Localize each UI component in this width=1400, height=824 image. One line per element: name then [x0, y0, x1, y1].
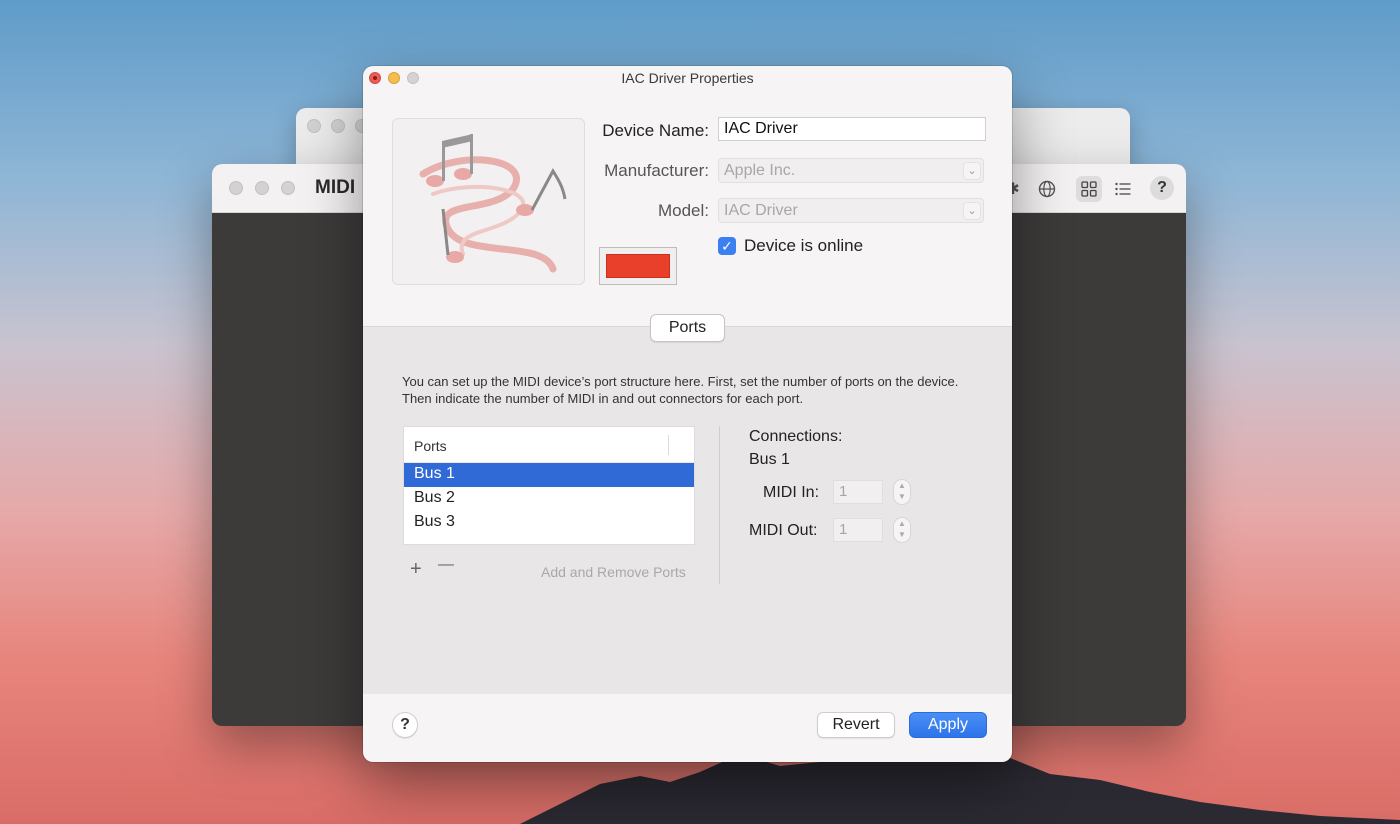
apply-button[interactable]: Apply	[909, 712, 987, 738]
minimize-button[interactable]	[331, 119, 345, 133]
minimize-button[interactable]	[388, 72, 400, 84]
dialog-title: IAC Driver Properties	[621, 70, 754, 86]
device-name-field[interactable]: IAC Driver	[718, 117, 986, 141]
table-row[interactable]: Bus 2	[404, 487, 694, 511]
help-button[interactable]: ?	[392, 712, 418, 738]
globe-icon[interactable]	[1034, 176, 1060, 202]
help-button[interactable]: ?	[1150, 176, 1174, 200]
model-popup[interactable]: IAC Driver ⌄	[718, 198, 984, 223]
table-row[interactable]: Bus 3	[404, 511, 694, 535]
manufacturer-value: Apple Inc.	[724, 162, 796, 179]
iac-driver-properties-dialog: IAC Driver Properties Device Name: IAC D…	[363, 66, 1012, 762]
chevron-down-icon: ⌄	[963, 202, 981, 220]
midi-out-label: MIDI Out:	[749, 522, 818, 539]
device-color-swatch	[606, 254, 670, 278]
list-view-icon[interactable]	[1110, 176, 1136, 202]
add-remove-ports-label: Add and Remove Ports	[541, 564, 686, 580]
device-color-well[interactable]	[599, 247, 677, 285]
ports-table[interactable]: Ports Bus 1 Bus 2 Bus 3	[403, 426, 695, 545]
add-port-button[interactable]: +	[410, 558, 422, 581]
table-row[interactable]: Bus 1	[404, 463, 694, 487]
device-online-checkbox[interactable]: ✓	[718, 237, 736, 255]
device-online-label[interactable]: Device is online	[744, 236, 863, 256]
remove-port-button[interactable]: —	[438, 556, 454, 574]
manufacturer-popup[interactable]: Apple Inc. ⌄	[718, 158, 984, 183]
grid-view-icon[interactable]	[1076, 176, 1102, 202]
midi-in-label: MIDI In:	[763, 484, 820, 501]
device-name-label: Device Name:	[602, 121, 709, 140]
zoom-button[interactable]	[407, 72, 419, 84]
midi-in-field[interactable]: 1	[833, 480, 883, 504]
dialog-titlebar: IAC Driver Properties	[363, 66, 1012, 92]
midi-out-stepper[interactable]: ▲ ▼	[893, 517, 911, 543]
zoom-button[interactable]	[281, 181, 295, 195]
connections-title: Connections:	[749, 428, 843, 445]
revert-button[interactable]: Revert	[817, 712, 895, 738]
midi-in-stepper[interactable]: ▲ ▼	[893, 479, 911, 505]
divider	[719, 426, 720, 584]
chevron-down-icon: ⌄	[963, 162, 981, 180]
close-button[interactable]	[229, 181, 243, 195]
model-value: IAC Driver	[724, 202, 798, 219]
ports-description: You can set up the MIDI device’s port st…	[402, 374, 959, 406]
close-button[interactable]	[369, 72, 381, 84]
minimize-button[interactable]	[255, 181, 269, 195]
close-button[interactable]	[307, 119, 321, 133]
tab-ports[interactable]: Ports	[650, 314, 725, 342]
manufacturer-label: Manufacturer:	[604, 161, 709, 180]
midi-out-field[interactable]: 1	[833, 518, 883, 542]
ports-column-header[interactable]: Ports	[404, 427, 694, 463]
connections-port-name: Bus 1	[749, 451, 790, 468]
model-label: Model:	[657, 201, 709, 220]
window-title: MIDI	[315, 177, 356, 198]
